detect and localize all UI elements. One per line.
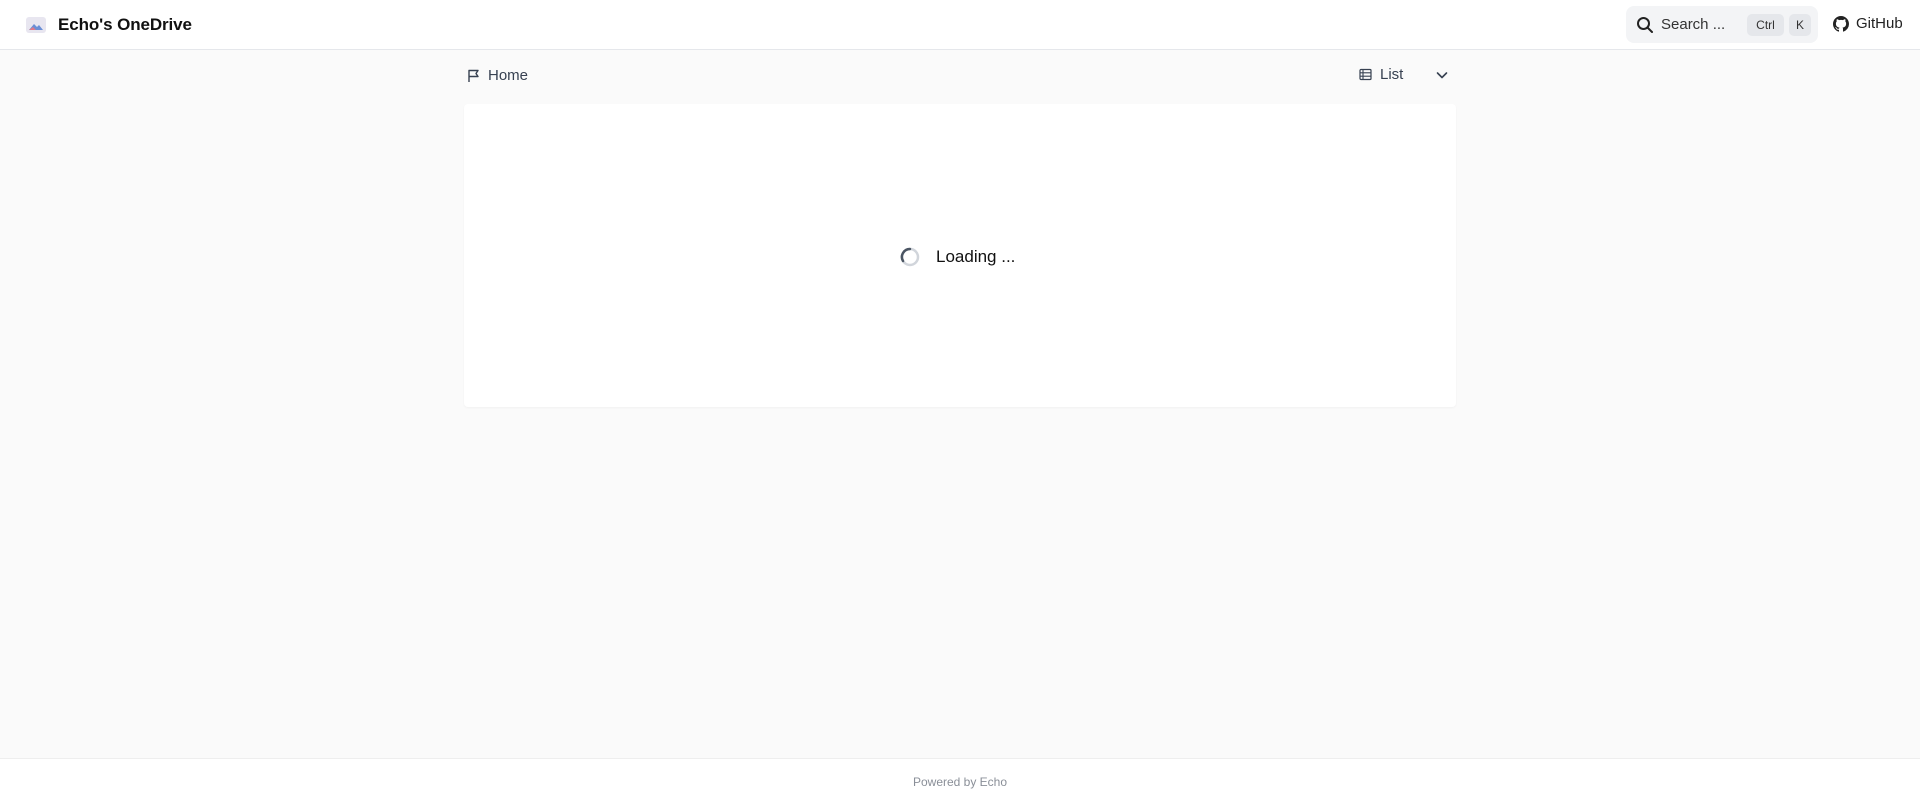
spinner-icon [899, 246, 921, 268]
github-icon [1833, 15, 1849, 32]
github-label: GitHub [1856, 15, 1903, 32]
loading-text: Loading ... [936, 247, 1016, 266]
onedrive-logo-icon [25, 14, 47, 36]
loading-indicator: Loading ... [899, 246, 1015, 268]
breadcrumb-home-label: Home [488, 67, 529, 84]
shortcut-ctrl-key: Ctrl [1747, 13, 1784, 36]
search-icon [1636, 16, 1654, 34]
github-link[interactable]: GitHub [1833, 15, 1903, 32]
brand-link[interactable]: Echo's OneDrive [25, 14, 192, 36]
breadcrumb-home[interactable]: Home [467, 67, 528, 84]
file-list-panel: Loading ... [464, 104, 1456, 407]
search-placeholder: Search ... [1661, 16, 1726, 33]
flag-icon [467, 69, 480, 83]
view-layout-dropdown[interactable]: List [1359, 66, 1449, 83]
list-icon [1359, 68, 1372, 81]
search-button[interactable]: Search ... Ctrl K [1626, 6, 1818, 43]
brand-title: Echo's OneDrive [58, 15, 192, 34]
view-layout-label: List [1380, 66, 1404, 83]
main-area: Home List Loading ... [0, 50, 1920, 758]
page-footer: Powered by Echo [0, 758, 1920, 807]
top-header: Echo's OneDrive Search ... Ctrl K GitHub [0, 0, 1920, 50]
shortcut-k-key: K [1789, 13, 1811, 36]
powered-by-text: Powered by Echo [912, 775, 1008, 789]
chevron-down-icon [1435, 68, 1449, 82]
